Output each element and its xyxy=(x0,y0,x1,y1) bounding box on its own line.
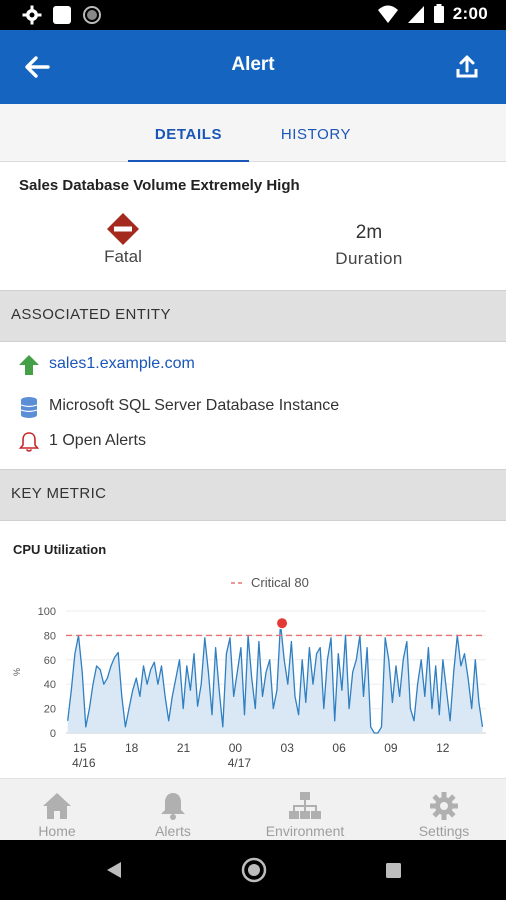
clock: 2:00 xyxy=(452,4,488,23)
tab-history[interactable]: HISTORY xyxy=(260,104,372,162)
entity-host-link[interactable]: sales1.example.com xyxy=(49,355,195,373)
legend-label: Critical 80 xyxy=(251,575,309,590)
status-bar: 2:00 xyxy=(0,0,506,30)
x-tick-label: 12 xyxy=(436,741,450,755)
section-header-associated-entity: ASSOCIATED ENTITY xyxy=(0,290,506,342)
arrow-up-icon xyxy=(19,355,39,375)
bottom-nav: Home Alerts Environment Settings xyxy=(0,778,506,840)
y-tick-label: 20 xyxy=(44,704,56,716)
nav-settings[interactable]: Settings xyxy=(395,779,493,841)
y-tick-label: 0 xyxy=(50,728,56,740)
database-icon xyxy=(20,397,38,418)
x-tick-label: 06 xyxy=(332,741,346,755)
duration-value: 2m xyxy=(355,222,383,243)
y-tick-label: 100 xyxy=(38,606,56,618)
nav-label: Settings xyxy=(418,823,470,839)
gear-icon xyxy=(22,5,42,25)
nav-label: Environment xyxy=(265,823,345,839)
x-tick-label: 15 xyxy=(73,741,87,755)
nav-environment[interactable]: Environment xyxy=(249,779,361,841)
fatal-severity-icon xyxy=(107,213,139,245)
x-tick-date-label: 4/16 xyxy=(72,756,96,770)
x-tick-date-label: 4/17 xyxy=(228,756,252,770)
nav-label: Alerts xyxy=(155,823,191,839)
peak-point xyxy=(276,617,289,630)
y-tick-label: 60 xyxy=(44,655,56,667)
home-icon xyxy=(43,793,71,819)
alert-title: Sales Database Volume Extremely High xyxy=(19,177,300,194)
tab-bar: DETAILS HISTORY xyxy=(0,104,506,162)
battery-icon xyxy=(433,4,444,23)
bell-outline-icon xyxy=(18,432,40,452)
chart-canvas: 0 20 40 60 80 100% 154/16 18 21 004/17 03 06 09 12 Cri… xyxy=(12,575,486,770)
entity-type: Microsoft SQL Server Database Instance xyxy=(49,397,340,414)
nav-label: Home xyxy=(38,823,76,839)
circle-icon xyxy=(83,6,101,24)
page-title: Alert xyxy=(231,54,275,75)
entity-host-row[interactable]: sales1.example.com xyxy=(0,347,506,383)
open-alerts-count: 1 Open Alerts xyxy=(49,432,146,449)
section-header-key-metric: KEY METRIC xyxy=(0,469,506,521)
duration-label: Duration xyxy=(335,249,403,268)
app-bar: Alert xyxy=(0,30,506,104)
tab-details[interactable]: DETAILS xyxy=(128,104,249,162)
section-title: KEY METRIC xyxy=(11,485,107,502)
y-tick-label: 80 xyxy=(44,630,56,642)
share-upload-icon[interactable] xyxy=(452,52,482,82)
nav-alerts[interactable]: Alerts xyxy=(124,779,222,841)
recents-square-icon[interactable] xyxy=(386,863,401,878)
back-triangle-icon[interactable] xyxy=(106,861,122,879)
x-tick-label: 09 xyxy=(384,741,398,755)
signal-icon xyxy=(407,6,424,23)
x-tick-label: 18 xyxy=(125,741,139,755)
open-alerts-row[interactable]: 1 Open Alerts xyxy=(0,424,506,460)
alert-summary-card: Sales Database Volume Extremely High xyxy=(0,162,506,290)
x-tick-label: 00 xyxy=(229,741,243,755)
series-area xyxy=(67,623,483,733)
wifi-icon xyxy=(377,5,398,23)
x-tick-label: 21 xyxy=(177,741,191,755)
bell-icon xyxy=(161,793,185,820)
y-tick-label: 40 xyxy=(44,679,56,691)
square-icon xyxy=(53,6,71,24)
cpu-chart: CPU Utilization 0 20 40 60 80 100% 15 4/16 18 21 0… xyxy=(0,521,506,777)
section-title: ASSOCIATED ENTITY xyxy=(11,306,171,323)
home-circle-icon[interactable] xyxy=(241,857,267,883)
nav-home[interactable]: Home xyxy=(8,779,106,841)
y-axis-label: % xyxy=(12,668,22,676)
entity-type-row: Microsoft SQL Server Database Instance xyxy=(0,389,506,425)
system-nav-bar xyxy=(0,840,506,900)
x-tick-label: 03 xyxy=(281,741,295,755)
gear-icon xyxy=(430,792,458,820)
severity-label: Fatal xyxy=(104,247,142,266)
hierarchy-icon xyxy=(289,792,321,819)
